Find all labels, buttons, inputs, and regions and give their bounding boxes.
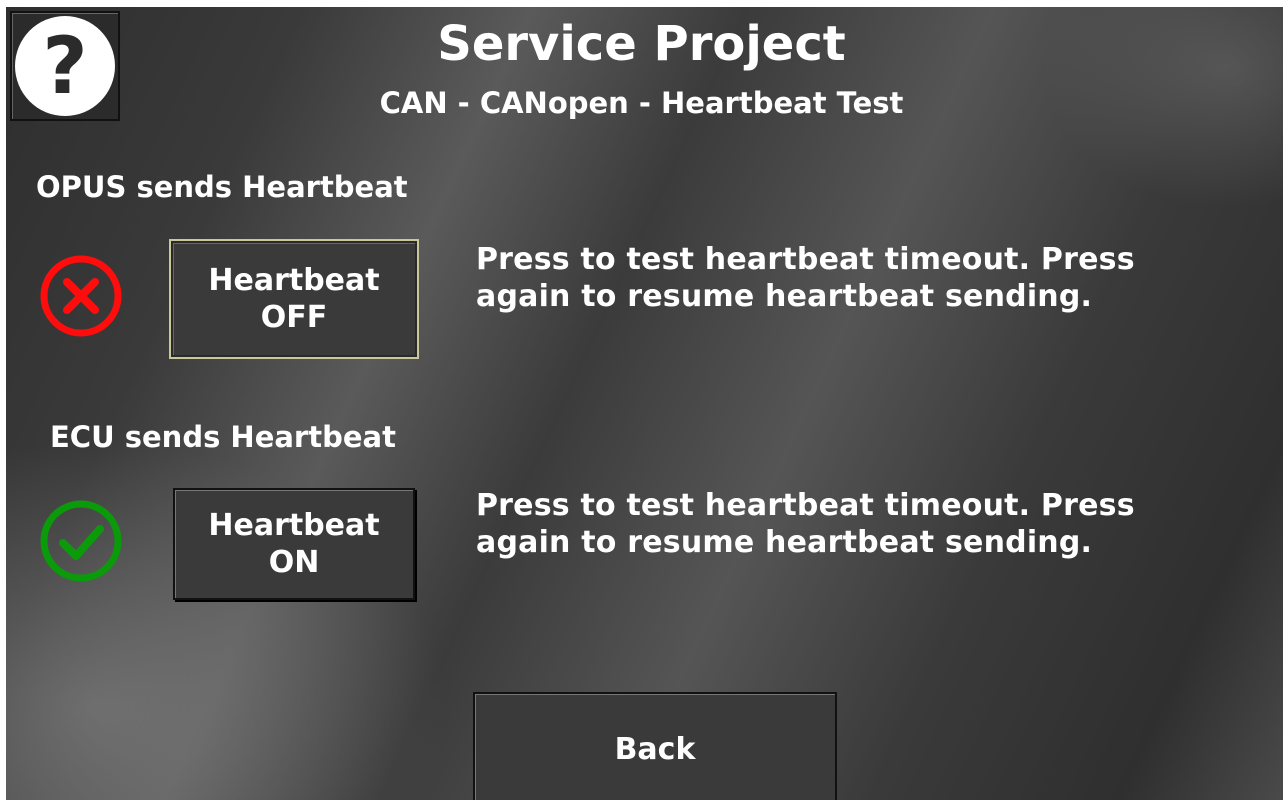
check-circle-icon bbox=[40, 500, 122, 582]
ecu-button-line1: Heartbeat bbox=[208, 508, 380, 543]
opus-heartbeat-toggle-button[interactable]: Heartbeat OFF bbox=[169, 239, 419, 359]
opus-heartbeat-description: Press to test heartbeat timeout. Press a… bbox=[476, 242, 1135, 314]
ecu-heartbeat-description: Press to test heartbeat timeout. Press a… bbox=[476, 488, 1135, 560]
back-button-label: Back bbox=[614, 732, 696, 767]
ecu-button-line2: ON bbox=[268, 545, 320, 580]
page-subtitle: CAN - CANopen - Heartbeat Test bbox=[379, 86, 904, 120]
opus-heartbeat-label: OPUS sends Heartbeat bbox=[36, 170, 408, 204]
ecu-heartbeat-label: ECU sends Heartbeat bbox=[50, 420, 396, 454]
opus-button-line1: Heartbeat bbox=[208, 263, 380, 298]
service-screen: ? Service Project CAN - CANopen - Heartb… bbox=[6, 7, 1283, 800]
back-button[interactable]: Back bbox=[473, 692, 837, 800]
page-title: Service Project bbox=[437, 16, 846, 72]
opus-button-line2: OFF bbox=[260, 300, 328, 335]
cross-circle-icon bbox=[40, 255, 122, 337]
ecu-heartbeat-toggle-button[interactable]: Heartbeat ON bbox=[173, 488, 415, 600]
